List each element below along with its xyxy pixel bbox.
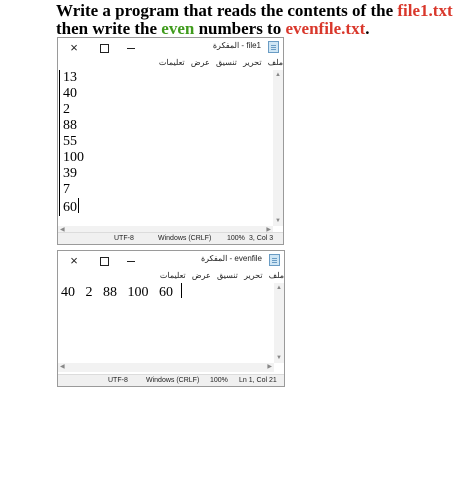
vertical-scrollbar[interactable]: ▲ ▼ [274, 283, 284, 363]
close-button[interactable]: × [66, 40, 82, 56]
scroll-left-icon[interactable]: ◀ [60, 363, 65, 372]
status-line-ending: Windows (CRLF) [158, 235, 212, 242]
window-title: المفكرة - file1 [212, 41, 261, 50]
maximize-button[interactable] [96, 40, 112, 56]
menu-bar: ملف تحرير تنسيق عرض تعليمات [58, 271, 284, 283]
status-encoding: UTF-8 [108, 377, 128, 384]
text-line: 88 [59, 118, 273, 134]
text-line-value: 60 [63, 200, 77, 215]
text-caret [78, 198, 79, 213]
close-icon: × [70, 253, 78, 268]
minimize-button[interactable] [123, 253, 139, 269]
file1-name: file1.txt [397, 1, 453, 20]
scroll-down-icon[interactable]: ▼ [274, 355, 284, 361]
question-line1: Write a program that reads the contents … [56, 1, 398, 20]
text-line: 55 [59, 134, 273, 150]
scroll-up-icon[interactable]: ▲ [274, 285, 284, 291]
question-line2: then write the [56, 19, 162, 38]
evenfile-name: evenfile.txt [285, 19, 366, 38]
status-zoom: 100% [210, 377, 228, 384]
vertical-scrollbar[interactable]: ▲ ▼ [273, 70, 283, 226]
text-line-value: 40 2 88 100 60 [61, 285, 173, 300]
text-line: 100 [59, 150, 273, 166]
close-icon: × [70, 40, 78, 55]
menu-bar: ملف تحرير تنسيق عرض تعليمات [58, 58, 283, 70]
text-line: 40 2 88 100 60 [58, 283, 274, 301]
notepad-window-file1: × المفكرة - file1 ملف تحرير تنسيق عرض تع… [57, 37, 284, 245]
status-bar: UTF-8 Windows (CRLF) 100% 3, Col 3 [58, 232, 283, 244]
text-line-last: 60 [59, 198, 273, 216]
question-text: Write a program that reads the contents … [56, 2, 456, 38]
scroll-up-icon[interactable]: ▲ [273, 72, 283, 78]
menu-view[interactable]: عرض [192, 271, 211, 280]
text-line: 39 [59, 166, 273, 182]
menu-view[interactable]: عرض [191, 58, 210, 67]
text-line: 7 [59, 182, 273, 198]
status-position: Ln 1, Col 21 [239, 377, 277, 384]
text-editor[interactable]: 40 2 88 100 60 [58, 283, 274, 363]
menu-edit[interactable]: تحرير [243, 58, 261, 67]
menu-file[interactable]: ملف [268, 58, 283, 67]
notepad-app-icon [268, 41, 279, 53]
minimize-icon [127, 261, 135, 263]
scroll-right-icon[interactable]: ▶ [267, 363, 272, 372]
status-bar: UTF-8 Windows (CRLF) 100% Ln 1, Col 21 [58, 374, 284, 386]
scroll-down-icon[interactable]: ▼ [273, 218, 283, 224]
menu-help[interactable]: تعليمات [160, 271, 186, 280]
question-period: . [365, 19, 370, 38]
minimize-icon [127, 48, 135, 50]
question-line2-b: numbers to [194, 19, 286, 38]
text-line: 40 [59, 86, 273, 102]
text-line: 2 [59, 102, 273, 118]
window-title: المفكرة - evenfile [200, 254, 262, 263]
maximize-button[interactable] [96, 253, 112, 269]
text-caret [181, 283, 182, 298]
menu-edit[interactable]: تحرير [244, 271, 262, 280]
status-line-ending: Windows (CRLF) [146, 377, 200, 384]
text-line: 13 [59, 70, 273, 86]
status-encoding: UTF-8 [114, 235, 134, 242]
menu-format[interactable]: تنسيق [217, 271, 238, 280]
minimize-button[interactable] [123, 40, 139, 56]
menu-format[interactable]: تنسيق [216, 58, 237, 67]
notepad-window-evenfile: × المفكرة - evenfile ملف تحرير تنسيق عرض… [57, 250, 285, 387]
menu-help[interactable]: تعليمات [159, 58, 185, 67]
menu-file[interactable]: ملف [269, 271, 284, 280]
horizontal-scrollbar[interactable]: ◀ ▶ [58, 363, 274, 372]
status-zoom: 100% [227, 235, 245, 242]
title-bar: × المفكرة - file1 [58, 38, 283, 58]
maximize-icon [99, 44, 109, 53]
notepad-app-icon [269, 254, 280, 266]
status-position: 3, Col 3 [249, 235, 274, 242]
close-button[interactable]: × [66, 253, 82, 269]
even-word: even [161, 19, 195, 38]
title-bar: × المفكرة - evenfile [58, 251, 284, 271]
text-editor[interactable]: 13 40 2 88 55 100 39 7 60 [58, 70, 273, 226]
maximize-icon [99, 257, 109, 266]
